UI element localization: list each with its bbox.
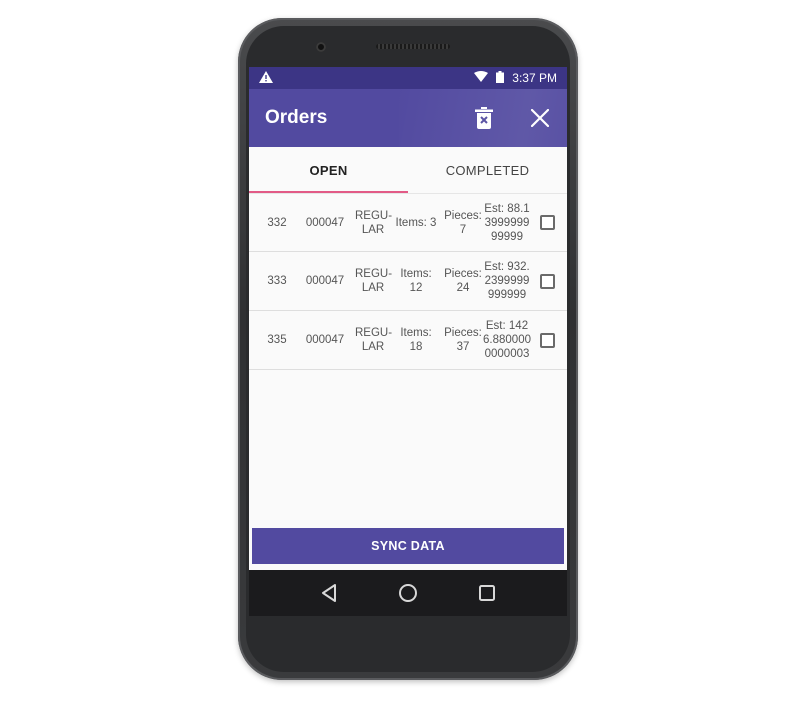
home-icon[interactable]: [393, 578, 423, 608]
front-camera: [316, 42, 326, 52]
tab-bar: OPEN COMPLETED: [249, 147, 567, 193]
order-checkbox[interactable]: [539, 215, 555, 230]
order-type: REGU-LAR: [355, 327, 393, 353]
order-items: Items: 12: [400, 268, 432, 294]
order-id: 335: [267, 334, 287, 346]
order-checkbox[interactable]: [539, 332, 555, 348]
battery-icon: [496, 70, 505, 86]
order-row[interactable]: 332 000047 REGU-LAR Items: 3 Pieces: 7 E…: [249, 193, 567, 252]
order-id: 333: [267, 275, 287, 287]
page-title: Orders: [265, 107, 328, 128]
order-pieces: Pieces: 7: [444, 209, 482, 236]
app-bar: Orders: [249, 89, 567, 147]
order-type: REGU-LAR: [355, 268, 393, 294]
back-icon[interactable]: [314, 578, 344, 608]
status-bar: 3:37 PM: [249, 67, 567, 89]
order-items: Items: 3: [395, 216, 437, 229]
tab-open[interactable]: OPEN: [249, 147, 408, 193]
order-estimate: Est: 88.1399999999999: [484, 202, 530, 243]
order-account: 000047: [305, 275, 345, 287]
clock: 3:37 PM: [512, 71, 557, 85]
order-checkbox[interactable]: [539, 273, 555, 289]
order-row[interactable]: 333 000047 REGU-LAR Items: 12 Pieces: 24…: [249, 252, 567, 311]
close-icon[interactable]: [527, 105, 553, 131]
order-estimate: Est: 1426.8800000000003: [483, 320, 531, 360]
order-pieces: Pieces: 24: [444, 268, 482, 294]
android-nav-bar: [249, 570, 567, 616]
phone-screen: 3:37 PM Orders OPEN COMPLETED 332 000047…: [249, 67, 567, 616]
order-row[interactable]: 335 000047 REGU-LAR Items: 18 Pieces: 37…: [249, 311, 567, 370]
sync-data-button[interactable]: SYNC DATA: [252, 528, 564, 564]
order-type: REGU-LAR: [355, 209, 393, 236]
wifi-icon: [474, 71, 489, 85]
recents-icon[interactable]: [472, 578, 502, 608]
orders-list: 332 000047 REGU-LAR Items: 3 Pieces: 7 E…: [249, 193, 567, 370]
order-account: 000047: [305, 334, 345, 346]
warning-icon: [259, 70, 273, 86]
order-account: 000047: [305, 216, 345, 229]
tab-completed[interactable]: COMPLETED: [408, 147, 567, 193]
order-items: Items: 18: [400, 327, 432, 353]
order-pieces: Pieces: 37: [444, 327, 482, 353]
order-id: 332: [267, 216, 287, 229]
earpiece-speaker: [376, 44, 450, 49]
delete-icon[interactable]: [471, 105, 497, 131]
order-estimate: Est: 932.2399999999999: [484, 261, 530, 301]
